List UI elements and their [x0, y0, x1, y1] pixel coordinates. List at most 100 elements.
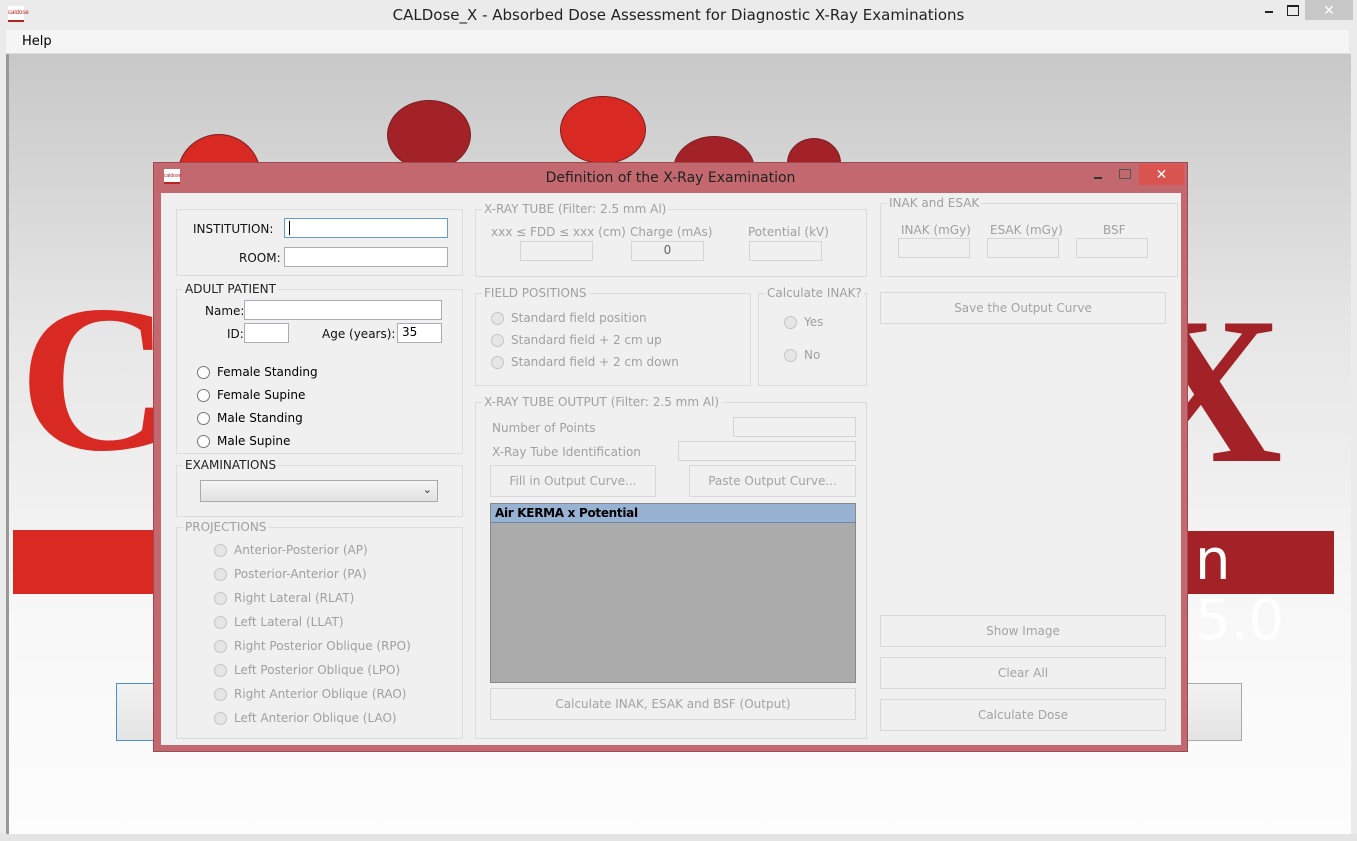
- inak-label: INAK (mGy): [901, 223, 971, 237]
- radio-icon: [491, 355, 504, 369]
- calculate-inak-yes-radio[interactable]: Yes: [784, 315, 823, 329]
- tube-identification-label: X-Ray Tube Identification: [492, 445, 641, 459]
- logo-dot: [387, 100, 471, 170]
- radio-icon: [214, 711, 227, 725]
- projection-llat-radio[interactable]: Left Lateral (LLAT): [214, 615, 344, 629]
- projections-group: PROJECTIONS Anterior-Posterior (AP) Post…: [176, 520, 463, 739]
- radio-icon: [214, 639, 227, 653]
- projection-rlat-radio[interactable]: Right Lateral (RLAT): [214, 591, 354, 605]
- calculate-inak-esak-bsf-button[interactable]: Calculate INAK, ESAK and BSF (Output): [490, 688, 856, 720]
- calculate-inak-legend: Calculate INAK?: [765, 286, 864, 300]
- radio-icon: [197, 365, 210, 379]
- xray-tube-group: X-RAY TUBE (Filter: 2.5 mm Al) xxx ≤ FDD…: [475, 202, 867, 277]
- fdd-input[interactable]: [520, 241, 593, 261]
- tube-output-group: X-RAY TUBE OUTPUT (Filter: 2.5 mm Al) Nu…: [475, 395, 867, 739]
- maximize-button[interactable]: [1278, 0, 1308, 22]
- clear-all-button[interactable]: Clear All: [880, 657, 1166, 689]
- xray-tube-legend: X-RAY TUBE (Filter: 2.5 mm Al): [482, 202, 669, 216]
- institution-group: INSTITUTION: ROOM:: [176, 209, 463, 276]
- projections-legend: PROJECTIONS: [183, 520, 269, 534]
- window-title: CALDose_X - Absorbed Dose Assessment for…: [392, 6, 965, 24]
- name-label: Name:: [205, 304, 245, 318]
- institution-input[interactable]: [284, 218, 448, 238]
- radio-icon: [214, 567, 227, 581]
- radio-icon: [491, 333, 504, 347]
- bsf-output: [1076, 238, 1148, 258]
- charge-label: Charge (mAs): [630, 225, 713, 239]
- radio-icon: [214, 615, 227, 629]
- field-up-radio[interactable]: Standard field + 2 cm up: [491, 333, 662, 347]
- radio-icon: [214, 543, 227, 557]
- radio-icon: [491, 311, 504, 325]
- dialog-close-button[interactable]: ✕: [1139, 164, 1184, 185]
- fill-output-curve-button[interactable]: Fill in Output Curve...: [490, 465, 656, 497]
- fdd-label: xxx ≤ FDD ≤ xxx (cm): [491, 225, 626, 239]
- patient-age-input[interactable]: 35: [397, 323, 442, 343]
- inak-output: [898, 238, 970, 258]
- close-icon: ✕: [1155, 166, 1168, 182]
- logo-dot: [560, 96, 646, 164]
- esak-label: ESAK (mGy): [990, 223, 1063, 237]
- phantom-male-supine-radio[interactable]: Male Supine: [197, 434, 290, 448]
- examinations-group: EXAMINATIONS ⌄: [176, 458, 463, 517]
- inak-esak-group: INAK and ESAK INAK (mGy) ESAK (mGy) BSF: [880, 196, 1178, 277]
- room-input[interactable]: [284, 247, 448, 267]
- air-kerma-grid[interactable]: Air KERMA x Potential: [490, 503, 856, 683]
- esak-output: [987, 238, 1059, 258]
- radio-icon: [214, 663, 227, 677]
- inak-esak-legend: INAK and ESAK: [887, 196, 982, 210]
- potential-input[interactable]: [749, 241, 822, 261]
- radio-icon: [197, 388, 210, 402]
- radio-icon: [784, 348, 797, 362]
- projection-rpo-radio[interactable]: Right Posterior Oblique (RPO): [214, 639, 411, 653]
- field-positions-legend: FIELD POSITIONS: [482, 286, 589, 300]
- menu-bar: Help: [6, 30, 1349, 54]
- phantom-male-standing-radio[interactable]: Male Standing: [197, 411, 303, 425]
- projection-lao-radio[interactable]: Left Anterior Oblique (LAO): [214, 711, 397, 725]
- room-label: ROOM:: [239, 251, 281, 265]
- dialog-body: INSTITUTION: ROOM: ADULT PATIENT Name: I…: [161, 193, 1181, 745]
- logo-red-band: [13, 530, 163, 594]
- radio-icon: [197, 434, 210, 448]
- calculate-inak-group: Calculate INAK? Yes No: [758, 286, 867, 386]
- number-of-points-label: Number of Points: [492, 421, 596, 435]
- show-image-button[interactable]: Show Image: [880, 615, 1166, 647]
- charge-input[interactable]: 0: [631, 241, 704, 261]
- calculate-inak-no-radio[interactable]: No: [784, 348, 820, 362]
- phantom-female-supine-radio[interactable]: Female Supine: [197, 388, 305, 402]
- field-down-radio[interactable]: Standard field + 2 cm down: [491, 355, 679, 369]
- adult-patient-group: ADULT PATIENT Name: ID: Age (years): 35 …: [176, 282, 463, 454]
- version-label: n 5.0: [1179, 531, 1334, 651]
- dialog-maximize-button[interactable]: [1116, 167, 1134, 185]
- adult-patient-legend: ADULT PATIENT: [183, 282, 278, 296]
- projection-ap-radio[interactable]: Anterior-Posterior (AP): [214, 543, 368, 557]
- grid-column-header: Air KERMA x Potential: [491, 504, 855, 523]
- paste-output-curve-button[interactable]: Paste Output Curve...: [689, 465, 856, 497]
- xray-exam-dialog: caldose Definition of the X-Ray Examinat…: [153, 162, 1188, 752]
- close-button[interactable]: ✕: [1305, 0, 1353, 20]
- institution-label: INSTITUTION:: [193, 222, 274, 236]
- projection-lpo-radio[interactable]: Left Posterior Oblique (LPO): [214, 663, 400, 677]
- calculate-dose-button[interactable]: Calculate Dose: [880, 699, 1166, 731]
- radio-icon: [214, 591, 227, 605]
- dialog-minimize-button[interactable]: [1090, 167, 1108, 185]
- patient-name-input[interactable]: [244, 300, 442, 320]
- patient-id-input[interactable]: [244, 323, 289, 343]
- projection-pa-radio[interactable]: Posterior-Anterior (PA): [214, 567, 367, 581]
- splash-button-right[interactable]: [1179, 683, 1242, 741]
- chevron-down-icon: ⌄: [422, 484, 432, 496]
- examination-select[interactable]: ⌄: [200, 480, 438, 502]
- menu-help[interactable]: Help: [22, 34, 52, 49]
- radio-icon: [784, 315, 797, 329]
- age-label: Age (years):: [322, 327, 396, 341]
- field-standard-radio[interactable]: Standard field position: [491, 311, 647, 325]
- save-output-curve-button[interactable]: Save the Output Curve: [880, 292, 1166, 324]
- number-of-points-input[interactable]: [733, 417, 856, 437]
- tube-identification-input[interactable]: [678, 441, 856, 461]
- phantom-female-standing-radio[interactable]: Female Standing: [197, 365, 318, 379]
- dialog-title: Definition of the X-Ray Examination: [545, 170, 796, 186]
- projection-rao-radio[interactable]: Right Anterior Oblique (RAO): [214, 687, 406, 701]
- radio-icon: [197, 411, 210, 425]
- tube-output-legend: X-RAY TUBE OUTPUT (Filter: 2.5 mm Al): [482, 395, 722, 409]
- bsf-label: BSF: [1103, 223, 1126, 237]
